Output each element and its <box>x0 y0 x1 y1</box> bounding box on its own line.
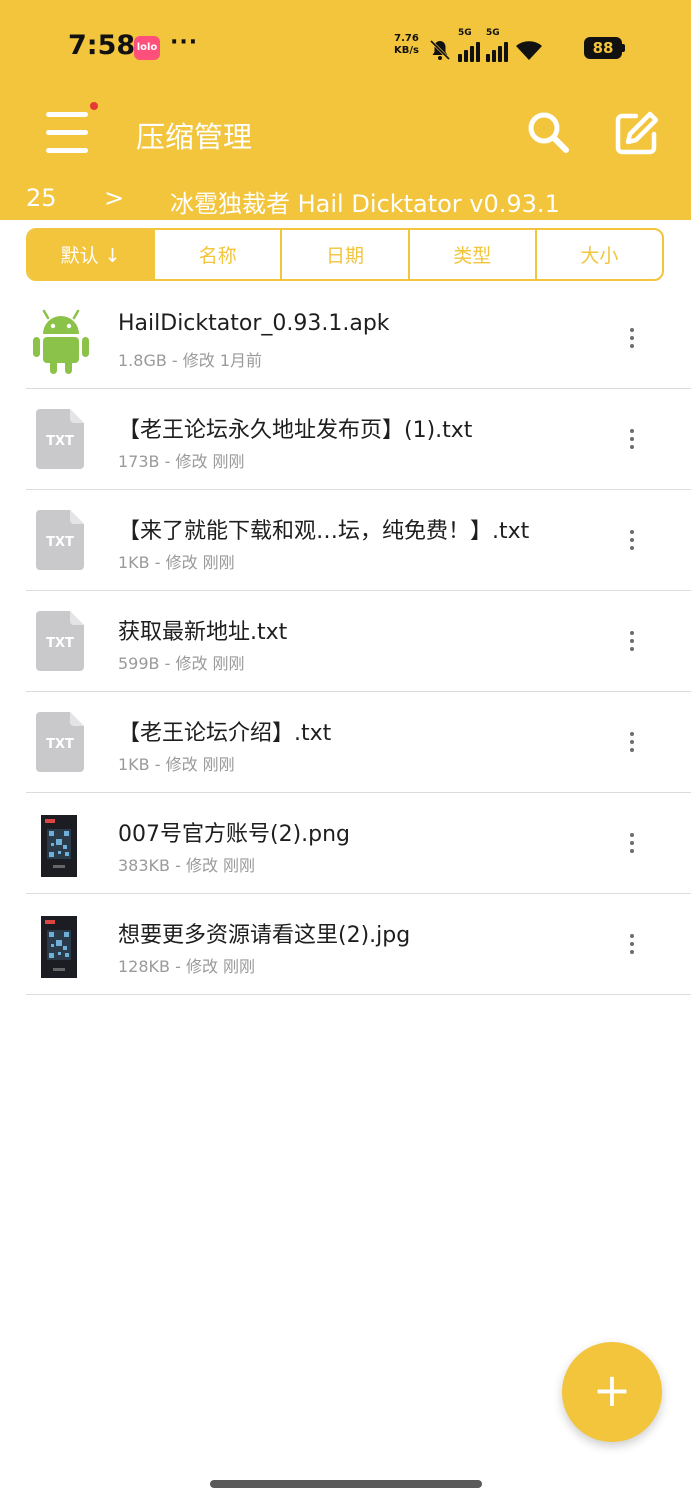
more-vertical-icon[interactable] <box>622 530 642 554</box>
edit-icon <box>615 111 659 155</box>
txt-file-icon: TXT <box>32 407 90 471</box>
breadcrumb-separator: > <box>104 184 125 212</box>
svg-text:TXT: TXT <box>46 535 74 550</box>
mute-bell-icon <box>429 39 451 61</box>
search-button[interactable] <box>526 110 570 154</box>
txt-file-icon: TXT <box>32 710 90 774</box>
list-item[interactable]: HailDicktator_0.93.1.apk 1.8GB - 修改 1月前 <box>26 288 691 389</box>
image-thumbnail <box>32 811 90 877</box>
file-list: HailDicktator_0.93.1.apk 1.8GB - 修改 1月前 … <box>26 288 691 995</box>
list-item[interactable]: TXT 【来了就能下载和观…坛，纯免费！】.txt 1KB - 修改 刚刚 <box>26 490 691 591</box>
notification-app-icon: lolo <box>134 36 160 60</box>
network-type-1: 5G <box>458 28 472 38</box>
image-thumbnail <box>32 912 90 978</box>
network-type-2: 5G <box>486 28 500 38</box>
page-title: 压缩管理 <box>136 120 253 154</box>
tab-date[interactable]: 日期 <box>282 230 410 279</box>
tab-name[interactable]: 名称 <box>155 230 283 279</box>
more-notifications-icon: ··· <box>170 30 199 55</box>
file-meta: 1KB - 修改 刚刚 <box>118 553 235 572</box>
list-item[interactable]: TXT 【老王论坛介绍】.txt 1KB - 修改 刚刚 <box>26 692 691 793</box>
svg-text:TXT: TXT <box>46 636 74 651</box>
plus-icon: + <box>592 1363 632 1417</box>
list-item[interactable]: TXT 【老王论坛永久地址发布页】(1).txt 173B - 修改 刚刚 <box>26 389 691 490</box>
file-meta: 1.8GB - 修改 1月前 <box>118 351 263 370</box>
txt-file-icon: TXT <box>32 508 90 572</box>
notification-dot <box>90 102 98 110</box>
signal-5g-icon-1: 5G <box>458 28 480 62</box>
svg-text:TXT: TXT <box>46 434 74 449</box>
list-item[interactable]: 007号官方账号(2).png 383KB - 修改 刚刚 <box>26 793 691 894</box>
file-name: 【老王论坛永久地址发布页】(1).txt <box>118 418 473 443</box>
more-vertical-icon[interactable] <box>622 934 642 958</box>
network-speed-value: 7.76 <box>394 33 419 44</box>
home-indicator[interactable] <box>210 1480 482 1488</box>
status-time: 7:58 <box>68 30 136 61</box>
file-meta: 599B - 修改 刚刚 <box>118 654 245 673</box>
menu-button[interactable] <box>44 110 92 158</box>
file-name: 007号官方账号(2).png <box>118 822 351 847</box>
battery-indicator: 88 <box>584 37 622 59</box>
search-icon <box>528 112 569 153</box>
edit-button[interactable] <box>614 110 660 156</box>
more-vertical-icon[interactable] <box>622 732 642 756</box>
breadcrumb-current[interactable]: 冰雹独裁者 Hail Dicktator v0.93.1 <box>170 184 560 219</box>
file-name: 【来了就能下载和观…坛，纯免费！】.txt <box>118 519 530 544</box>
status-bar: 7:58 lolo ··· 7.76 KB/s 5G 5G 88 <box>0 0 691 96</box>
svg-text:TXT: TXT <box>46 737 74 752</box>
file-meta: 383KB - 修改 刚刚 <box>118 856 256 875</box>
status-icons: 5G 5G <box>428 28 544 62</box>
file-meta: 173B - 修改 刚刚 <box>118 452 245 471</box>
breadcrumb-root[interactable]: 25 <box>26 184 57 212</box>
file-name: 获取最新地址.txt <box>118 620 288 645</box>
wifi-icon <box>516 41 542 60</box>
android-icon <box>32 306 90 374</box>
file-name: HailDicktator_0.93.1.apk <box>118 311 390 336</box>
network-speed-unit: KB/s <box>394 45 419 56</box>
network-speed: 7.76 KB/s <box>394 33 419 57</box>
tab-type[interactable]: 类型 <box>410 230 537 279</box>
more-vertical-icon[interactable] <box>622 833 642 857</box>
more-vertical-icon[interactable] <box>622 631 642 655</box>
txt-file-icon: TXT <box>32 609 90 673</box>
file-name: 【老王论坛介绍】.txt <box>118 721 332 746</box>
file-meta: 128KB - 修改 刚刚 <box>118 957 256 976</box>
file-name: 想要更多资源请看这里(2).jpg <box>118 923 411 948</box>
add-button[interactable]: + <box>562 1342 662 1442</box>
sort-tabs: 默认 ↓ 名称 日期 类型 大小 <box>26 228 664 281</box>
more-vertical-icon[interactable] <box>622 429 642 453</box>
tab-size[interactable]: 大小 <box>537 230 662 279</box>
tab-default[interactable]: 默认 ↓ <box>28 230 156 279</box>
battery-tip <box>622 44 625 52</box>
more-vertical-icon[interactable] <box>622 328 642 352</box>
list-item[interactable]: 想要更多资源请看这里(2).jpg 128KB - 修改 刚刚 <box>26 894 691 995</box>
list-item[interactable]: TXT 获取最新地址.txt 599B - 修改 刚刚 <box>26 591 691 692</box>
file-meta: 1KB - 修改 刚刚 <box>118 755 235 774</box>
signal-5g-icon-2: 5G <box>486 28 508 62</box>
